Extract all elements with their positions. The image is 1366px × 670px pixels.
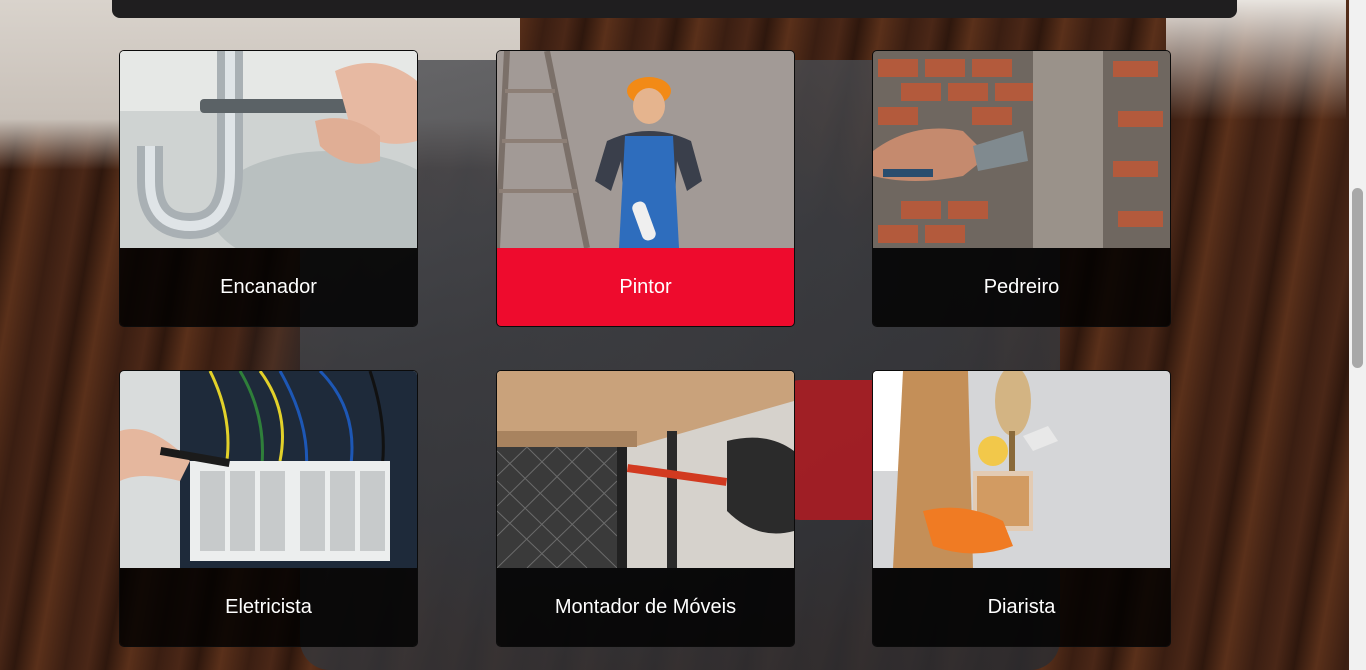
service-card-montador-de-moveis[interactable]: Montador de Móveis: [497, 371, 794, 646]
service-label: Montador de Móveis: [554, 595, 737, 618]
service-label: Encanador: [220, 275, 317, 298]
top-bar: [112, 0, 1237, 18]
plumber-pipe-photo: [120, 51, 417, 248]
service-card-eletricista[interactable]: Eletricista: [120, 371, 417, 646]
furniture-assembler-photo: [497, 371, 794, 568]
service-card-diarista[interactable]: Diarista: [873, 371, 1170, 646]
page: Encanador Pintor Pedreiro Eletricista Mo…: [0, 0, 1366, 670]
service-card-encanador[interactable]: Encanador: [120, 51, 417, 326]
service-card-pedreiro[interactable]: Pedreiro: [873, 51, 1170, 326]
vertical-scrollbar[interactable]: [1349, 0, 1366, 670]
service-label: Eletricista: [225, 595, 312, 618]
service-card-pintor[interactable]: Pintor: [497, 51, 794, 326]
painter-photo: [497, 51, 794, 248]
cleaner-photo: [873, 371, 1170, 568]
service-label: Pintor: [497, 248, 794, 326]
service-label: Diarista: [987, 595, 1056, 618]
background-wall-right: [1166, 0, 1346, 120]
scrollbar-thumb[interactable]: [1352, 188, 1363, 368]
bricklayer-photo: [873, 51, 1170, 248]
service-label: Pedreiro: [983, 275, 1060, 298]
electrician-photo: [120, 371, 417, 568]
